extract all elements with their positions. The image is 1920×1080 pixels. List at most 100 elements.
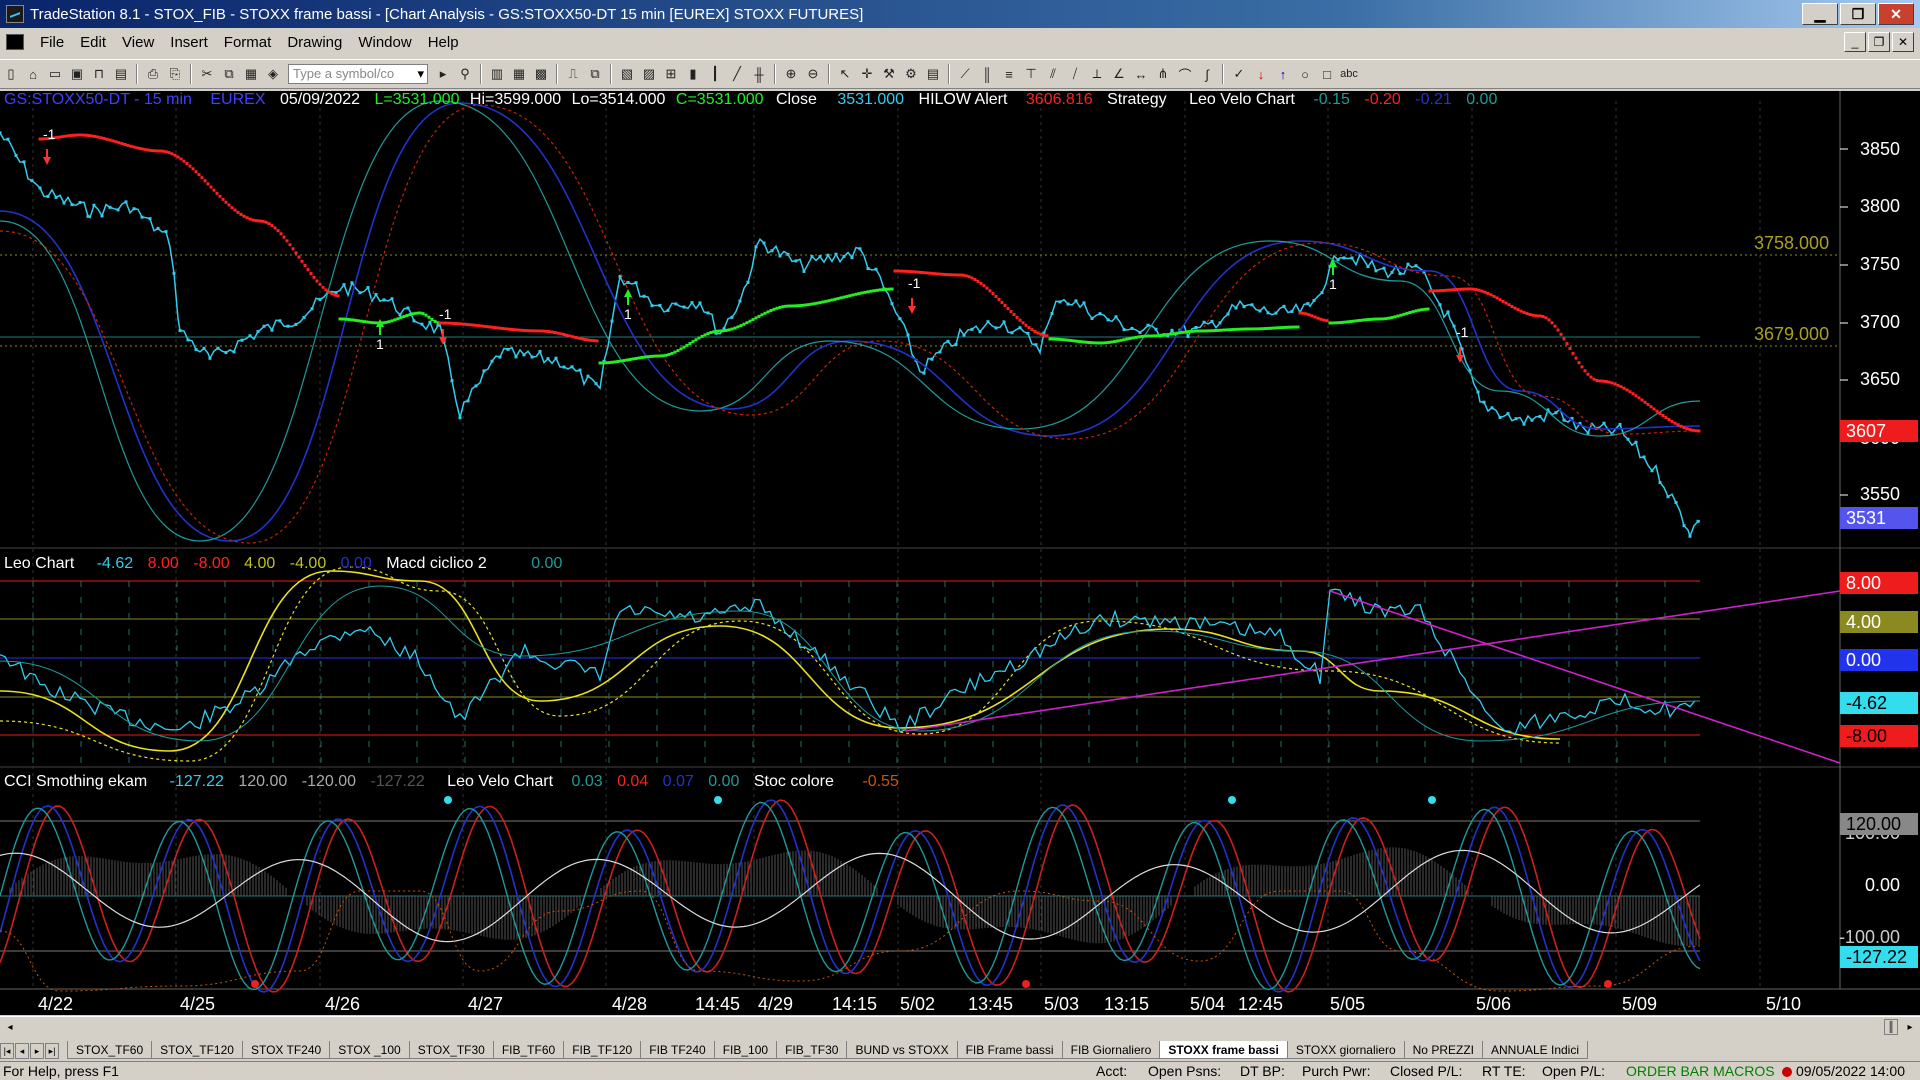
lock-icon[interactable]: ⊓: [90, 65, 108, 83]
chart-document-icon[interactable]: [6, 34, 24, 50]
menu-edit[interactable]: Edit: [72, 34, 114, 51]
print-icon[interactable]: ⎙: [144, 65, 162, 83]
tab-fib-100[interactable]: FIB_100: [713, 1041, 778, 1059]
menu-view[interactable]: View: [114, 34, 162, 51]
menu-format[interactable]: Format: [216, 34, 280, 51]
cut-icon[interactable]: ✂: [198, 65, 216, 83]
doc-close-button[interactable]: ✕: [1892, 32, 1914, 52]
scroll-thumb[interactable]: ║: [1884, 1019, 1898, 1035]
symbol-input[interactable]: Type a symbol/co: [288, 64, 428, 84]
arc-icon[interactable]: ⌒: [1176, 65, 1194, 83]
matrix-icon[interactable]: ▩: [532, 65, 550, 83]
title-bar: TradeStation 8.1 - STOX_FIB - STOXX fram…: [0, 0, 1920, 28]
tab-last-icon[interactable]: ▸|: [45, 1043, 59, 1059]
trendline-icon[interactable]: ⟋: [956, 65, 974, 83]
tab-stox-100[interactable]: STOX _100: [329, 1041, 410, 1059]
crosshair-icon[interactable]: ✛: [858, 65, 876, 83]
tradestation-app-icon[interactable]: [6, 5, 24, 23]
close-button[interactable]: ✕: [1878, 3, 1914, 25]
ohlc-icon[interactable]: ╫: [750, 65, 768, 83]
insert-window-icon[interactable]: ⧉: [586, 65, 604, 83]
price-dot: [1320, 291, 1324, 295]
tab-annuale-indici[interactable]: ANNUALE Indici: [1481, 1041, 1589, 1059]
order-bar-macros[interactable]: ORDER BAR MACROS: [1626, 1063, 1775, 1079]
arrow-up-icon[interactable]: ↑: [1274, 65, 1292, 83]
tab-stoxx-frame-bassi[interactable]: STOXX frame bassi: [1159, 1041, 1288, 1059]
rectangle-icon[interactable]: □: [1318, 65, 1336, 83]
zoom-out-icon[interactable]: ⊖: [804, 65, 822, 83]
paste-icon[interactable]: ▦: [242, 65, 260, 83]
workspace-icon[interactable]: ▭: [46, 65, 64, 83]
text-icon[interactable]: ⊤: [1022, 65, 1040, 83]
tab-fib-tf60[interactable]: FIB_TF60: [492, 1041, 565, 1059]
arrow-down-icon[interactable]: ↓: [1252, 65, 1270, 83]
print-preview-icon[interactable]: ⎘: [166, 65, 184, 83]
insert-analysis-icon[interactable]: ⎍: [564, 65, 582, 83]
menu-window[interactable]: Window: [350, 34, 419, 51]
symbol-lookup-icon[interactable]: ⚲: [456, 65, 474, 83]
analysis-icon[interactable]: ⊞: [662, 65, 680, 83]
tab-fib-frame-bassi[interactable]: FIB Frame bassi: [956, 1041, 1063, 1059]
format-icon[interactable]: ◈: [264, 65, 282, 83]
bar-chart-icon[interactable]: ▮: [684, 65, 702, 83]
line-chart-icon[interactable]: ╱: [728, 65, 746, 83]
menu-insert[interactable]: Insert: [162, 34, 216, 51]
tab-bund-vs-stoxx[interactable]: BUND vs STOXX: [846, 1041, 958, 1059]
horizontal-lines-icon[interactable]: ≡: [1000, 65, 1018, 83]
radar-icon[interactable]: ▦: [510, 65, 528, 83]
zoom-in-icon[interactable]: ⊕: [782, 65, 800, 83]
tab-stox-tf60[interactable]: STOX_TF60: [67, 1041, 153, 1059]
tab-stoxx-giornaliero[interactable]: STOXX giornaliero: [1286, 1041, 1405, 1059]
tab-stox-tf30[interactable]: STOX_TF30: [408, 1041, 494, 1059]
ellipse-icon[interactable]: ○: [1296, 65, 1314, 83]
horizontal-scrollbar[interactable]: ◂ ║ ▸: [0, 1016, 1920, 1036]
tab-no-prezzi[interactable]: No PREZZI: [1403, 1041, 1483, 1059]
scroll-left-arrow-icon[interactable]: ◂: [2, 1019, 18, 1035]
pointer-icon[interactable]: ↖: [836, 65, 854, 83]
channel-icon[interactable]: ⧸: [1066, 65, 1084, 83]
cci-value-4: -127.22: [370, 773, 425, 790]
restore-button[interactable]: ❐: [1840, 3, 1876, 25]
save-icon[interactable]: ▣: [68, 65, 86, 83]
tab-fib-giornaliero[interactable]: FIB Giornaliero: [1061, 1041, 1161, 1059]
new-icon[interactable]: ▯: [2, 65, 20, 83]
order-entry-icon[interactable]: ▤: [924, 65, 942, 83]
candle-icon[interactable]: ┃: [706, 65, 724, 83]
tab-stox-tf240[interactable]: STOX TF240: [241, 1041, 331, 1059]
horizontal-arrow-icon[interactable]: ↔: [1132, 65, 1150, 83]
copy-icon[interactable]: ⧉: [220, 65, 238, 83]
scroll-right-arrow-icon[interactable]: ▸: [1902, 1019, 1918, 1035]
menu-file[interactable]: File: [32, 34, 72, 51]
tab-next-icon[interactable]: ▸: [30, 1043, 44, 1059]
menu-drawing[interactable]: Drawing: [279, 34, 350, 51]
freehand-icon[interactable]: ∫: [1198, 65, 1216, 83]
menu-help[interactable]: Help: [420, 34, 467, 51]
fib-icon[interactable]: ⫽: [1044, 65, 1062, 83]
andrews-icon[interactable]: ⋔: [1154, 65, 1172, 83]
chart-icon[interactable]: ▥: [488, 65, 506, 83]
text-tool-icon[interactable]: abc: [1340, 65, 1358, 83]
settings-icon[interactable]: ⚙: [902, 65, 920, 83]
tab-prev-icon[interactable]: ◂: [15, 1043, 29, 1059]
play-icon[interactable]: ▸: [434, 65, 452, 83]
chart-analysis-window[interactable]: -1 1 -1 1 -1 1 -1 GS:STOXX50-DT - 15 min EUREX…: [0, 91, 1920, 1015]
chart-canvas[interactable]: -1 1 -1 1 -1 1 -1: [0, 91, 1920, 1015]
doc-restore-button[interactable]: ❐: [1868, 32, 1890, 52]
gann-icon[interactable]: ⟂: [1088, 65, 1106, 83]
price-dot: [834, 252, 838, 256]
tab-fib-tf120[interactable]: FIB_TF120: [563, 1041, 642, 1059]
tab-fib-tf240[interactable]: FIB TF240: [640, 1041, 715, 1059]
tab-fib-tf30[interactable]: FIB_TF30: [776, 1041, 848, 1059]
save-all-icon[interactable]: ▤: [112, 65, 130, 83]
open-icon[interactable]: ⌂: [24, 65, 42, 83]
tab-first-icon[interactable]: |◂: [0, 1043, 14, 1059]
check-icon[interactable]: ✓: [1230, 65, 1248, 83]
speed-lines-icon[interactable]: ∠: [1110, 65, 1128, 83]
tab-stox-tf120[interactable]: STOX_TF120: [151, 1041, 243, 1059]
indicator-icon[interactable]: ▧: [618, 65, 636, 83]
strategy-icon[interactable]: ▨: [640, 65, 658, 83]
doc-minimize-button[interactable]: _: [1844, 32, 1866, 52]
tools-icon[interactable]: ⚒: [880, 65, 898, 83]
minimize-button[interactable]: ▁: [1802, 3, 1838, 25]
vertical-lines-icon[interactable]: ║: [978, 65, 996, 83]
